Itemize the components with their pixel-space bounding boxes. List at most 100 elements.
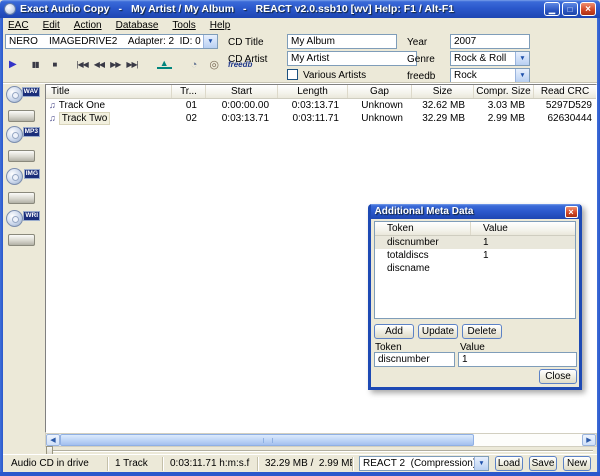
track-nr: 01 [172,99,206,112]
track-read-crc: 62630444 [534,112,596,125]
col-length[interactable]: Length [278,85,348,98]
track-length: 0:03:13.71 [278,99,348,112]
img-badge: IMG [24,169,40,179]
track-note-icon: ♫ [49,112,56,125]
cd-artist-input[interactable] [287,51,417,66]
dialog-close-icon[interactable]: × [565,206,578,218]
col-read-crc[interactable]: Read CRC [534,85,596,98]
eject-icon[interactable]: ▲ [157,60,172,69]
window-border [0,472,600,476]
write-cd-button[interactable]: WRI [5,210,40,247]
col-start[interactable]: Start [206,85,278,98]
profile-value: REACT 2 (Compression) [360,457,474,470]
delete-button[interactable]: Delete [462,324,502,339]
profile-selector[interactable]: REACT 2 (Compression) ▼ [359,456,489,471]
meta-value: 1 [471,249,575,262]
dialog-body: Token Value discnumber 1 totaldiscs 1 di… [371,219,579,384]
menu-item-action[interactable]: Action [74,20,102,31]
token-column-header[interactable]: Token [375,222,471,235]
maximize-icon[interactable]: □ [562,2,578,16]
year-input[interactable] [450,34,530,49]
cd-player-icon[interactable]: ◎ [206,58,222,71]
col-compr-size[interactable]: Compr. Size [474,85,534,98]
col-tracknr[interactable]: Tr... [172,85,206,98]
track-start: 0:03:13.71 [206,112,278,125]
cd-icon [6,86,23,103]
skip-end-icon[interactable]: ▶▶| [123,60,140,69]
add-button[interactable]: Add [374,324,414,339]
cd-title-input[interactable] [287,34,397,49]
menu-item-database[interactable]: Database [116,20,159,31]
dialog-titlebar[interactable]: Additional Meta Data × [371,204,580,219]
freedb-category-selector[interactable]: Rock ▼ [450,68,530,83]
chevron-down-icon[interactable]: ▼ [515,52,529,65]
genre-value: Rock & Roll [451,52,515,65]
cd-timer-icon[interactable]: ◔ [188,59,201,71]
meta-token-list[interactable]: Token Value discnumber 1 totaldiscs 1 di… [374,221,576,319]
menu-item-edit[interactable]: Edit [43,20,60,31]
profile-load-button[interactable]: Load [495,456,523,471]
statusbar: Audio CD in drive 1 Track 0:03:11.71 h:m… [3,454,597,472]
selected-time: 0:03:11.71 h:m:s.f [163,457,258,471]
meta-token: discnumber [375,236,471,249]
scrollbar-thumb[interactable] [60,434,474,446]
wri-badge: WRI [23,211,40,221]
meta-list-item[interactable]: discnumber 1 [375,236,575,249]
scroll-right-icon[interactable]: ▶ [582,434,596,446]
rip-image-button[interactable]: IMG [5,168,40,205]
col-size[interactable]: Size [412,85,474,98]
play-icon[interactable]: ▶ [6,59,19,70]
chevron-down-icon[interactable]: ▼ [515,69,529,82]
value-input[interactable] [458,352,577,367]
track-row[interactable]: ♫Track One 01 0:00:00.00 0:03:13.71 Unkn… [46,99,596,112]
eac-window: Exact Audio Copy - My Artist / My Album … [0,0,600,476]
menu-item-help[interactable]: Help [210,20,231,31]
token-input[interactable] [374,352,455,367]
stop-icon[interactable]: ■ [50,60,60,69]
col-title[interactable]: Title [46,85,172,98]
profile-new-button[interactable]: New [563,456,591,471]
minimize-icon[interactable]: ▁ [544,2,560,16]
track-count: 1 Track [108,457,163,471]
various-artists-checkbox[interactable] [287,69,298,80]
meta-list-item[interactable]: totaldiscs 1 [375,249,575,262]
track-size: 32.62 MB [412,99,474,112]
rewind-icon[interactable]: ◀◀ [91,60,107,69]
window-border [0,18,3,472]
cd-title-label: CD Title [228,37,264,48]
dialog-close-button[interactable]: Close [539,369,577,384]
update-button[interactable]: Update [418,324,458,339]
track-compr-size: 2.99 MB [474,112,534,125]
track-start: 0:00:00.00 [206,99,278,112]
meta-list-header: Token Value [375,222,575,236]
scroll-left-icon[interactable]: ◀ [46,434,60,446]
menu-item-tools[interactable]: Tools [172,20,195,31]
chevron-down-icon[interactable]: ▼ [203,35,217,48]
chevron-down-icon[interactable]: ▼ [474,457,488,470]
rip-mp3-button[interactable]: MP3 [5,126,40,163]
col-gap[interactable]: Gap [348,85,412,98]
mp3-badge: MP3 [23,127,40,137]
fast-forward-icon[interactable]: ▶▶ [107,60,123,69]
titlebar[interactable]: Exact Audio Copy - My Artist / My Album … [0,0,600,18]
profile-save-button[interactable]: Save [529,456,557,471]
year-label: Year [407,37,427,48]
genre-selector[interactable]: Rock & Roll ▼ [450,51,530,66]
meta-token: discname [375,262,471,275]
drive-selector[interactable]: NERO IMAGEDRIVE2 Adapter: 2 ID: 0 ▼ [5,34,218,49]
value-column-header[interactable]: Value [471,222,575,235]
rip-wav-button[interactable]: WAV [5,86,40,123]
close-icon[interactable]: × [580,2,596,16]
track-length: 0:03:11.71 [278,112,348,125]
menu-item-eac[interactable]: EAC [8,20,29,31]
freedb-icon[interactable]: freedb [228,60,252,69]
meta-list-item[interactable]: discname [375,262,575,275]
skip-start-icon[interactable]: |◀◀ [73,60,90,69]
track-table-header: Title Tr... Start Length Gap Size Compr.… [46,85,596,99]
track-size: 32.29 MB [412,112,474,125]
position-slider-track[interactable] [50,450,593,452]
track-row[interactable]: ♫Track Two 02 0:03:13.71 0:03:11.71 Unkn… [46,112,596,125]
horizontal-scrollbar[interactable]: ◀ ▶ [45,433,597,447]
pause-icon[interactable]: ▮▮ [29,60,42,69]
wav-badge: WAV [22,87,40,97]
